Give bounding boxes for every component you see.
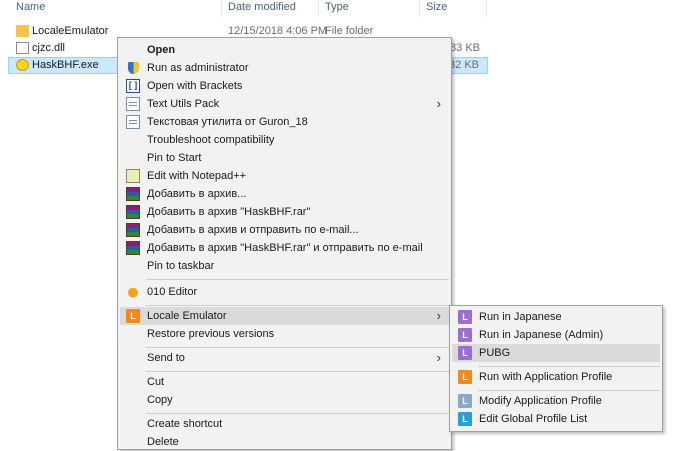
file-name: LocaleEmulator (32, 25, 109, 37)
menu-item-label: Добавить в архив "HaskBHF.rar" и отправи… (147, 242, 423, 254)
menu-item-run-as-admin[interactable]: Run as administrator (120, 59, 449, 77)
file-name: cjzc.dll (32, 42, 66, 54)
submenu-arrow-icon: › (436, 96, 441, 111)
menu-item-label: Open with Brackets (147, 80, 243, 92)
winrar-icon (126, 223, 140, 237)
menu-separator (478, 390, 660, 391)
menu-separator (146, 371, 449, 372)
menu-separator (146, 413, 449, 414)
menu-item-label: Edit Global Profile List (479, 413, 588, 425)
menu-separator (146, 279, 449, 280)
menu-item-pin-to-start[interactable]: Pin to Start (120, 149, 449, 167)
column-divider[interactable] (419, 0, 420, 17)
menu-item-label: Delete (147, 436, 179, 448)
menu-item-text-utility-guron[interactable]: Текстовая утилита от Guron_18 (120, 113, 449, 131)
menu-item-label: Cut (147, 376, 165, 388)
menu-item-label: Troubleshoot compatibility (147, 134, 275, 146)
submenu-item-pubg[interactable]: L PUBG (452, 344, 660, 362)
file-date: 12/15/2018 4:06 PM (228, 25, 328, 37)
submenu-item-run-in-japanese[interactable]: L Run in Japanese (452, 308, 660, 326)
menu-item-label: 010 Editor (147, 286, 198, 298)
menu-item-send-to[interactable]: Send to › (120, 349, 449, 367)
folder-icon (16, 25, 29, 37)
winrar-icon (126, 187, 140, 201)
menu-item-delete[interactable]: Delete (120, 433, 449, 451)
winrar-icon (126, 205, 140, 219)
010-editor-icon (126, 285, 140, 299)
menu-item-text-utils-pack[interactable]: Text Utils Pack › (120, 95, 449, 113)
locale-emulator-submenu: L Run in Japanese L Run in Japanese (Adm… (449, 305, 663, 432)
menu-separator (478, 366, 660, 367)
submenu-item-modify-profile[interactable]: L Modify Application Profile (452, 392, 660, 410)
submenu-arrow-icon: › (436, 308, 441, 323)
menu-item-label: Restore previous versions (147, 328, 275, 340)
menu-item-label: PUBG (479, 347, 511, 359)
submenu-item-run-in-japanese-admin[interactable]: L Run in Japanese (Admin) (452, 326, 660, 344)
menu-item-label: Edit with Notepad++ (147, 170, 247, 182)
submenu-arrow-icon: › (436, 350, 441, 365)
menu-separator (146, 305, 449, 306)
menu-item-010-editor[interactable]: 010 Editor (120, 283, 449, 301)
document-icon (126, 97, 140, 111)
menu-item-label: Create shortcut (147, 418, 223, 430)
menu-item-label: Текстовая утилита от Guron_18 (147, 116, 308, 128)
menu-item-label: Copy (147, 394, 173, 406)
document-icon (126, 115, 140, 129)
locale-emulator-purple-icon: L (458, 346, 472, 360)
file-type: File folder (325, 25, 374, 37)
menu-item-pin-to-taskbar[interactable]: Pin to taskbar (120, 257, 449, 275)
uac-shield-icon (128, 62, 139, 74)
menu-item-label: Добавить в архив и отправить по e-mail..… (147, 224, 359, 236)
column-header-date[interactable]: Date modified (228, 0, 296, 15)
column-header-type[interactable]: Type (325, 0, 349, 15)
menu-item-label: Run as administrator (147, 62, 249, 74)
menu-item-label: Добавить в архив... (147, 188, 247, 200)
column-divider[interactable] (221, 0, 222, 17)
menu-item-label: Modify Application Profile (479, 395, 602, 407)
dll-file-icon (16, 42, 29, 54)
file-name: HaskBHF.exe (32, 59, 99, 71)
menu-item-label: Locale Emulator (147, 310, 227, 322)
locale-emulator-blue-icon: L (458, 412, 472, 426)
locale-emulator-purple-icon: L (458, 328, 472, 342)
menu-item-open[interactable]: Open (120, 41, 449, 59)
submenu-item-edit-global-profile-list[interactable]: L Edit Global Profile List (452, 410, 660, 428)
menu-item-label: Run in Japanese (Admin) (479, 329, 604, 341)
notepad-plus-plus-icon (126, 169, 140, 183)
menu-item-label: Pin to Start (147, 152, 202, 164)
column-header-size[interactable]: Size (426, 0, 447, 15)
column-divider[interactable] (486, 0, 487, 17)
menu-separator (146, 347, 449, 348)
menu-item-label: Pin to taskbar (147, 260, 215, 272)
menu-item-add-to-rar[interactable]: Добавить в архив "HaskBHF.rar" (120, 203, 449, 221)
column-divider[interactable] (318, 0, 319, 17)
menu-item-cut[interactable]: Cut (120, 373, 449, 391)
menu-item-troubleshoot[interactable]: Troubleshoot compatibility (120, 131, 449, 149)
menu-item-add-rar-email[interactable]: Добавить в архив "HaskBHF.rar" и отправи… (120, 239, 449, 257)
menu-item-label: Run with Application Profile (479, 371, 613, 383)
menu-item-label: Run in Japanese (479, 311, 562, 323)
menu-item-label: Text Utils Pack (147, 98, 220, 110)
locale-emulator-icon: L (126, 309, 140, 323)
menu-item-restore-previous-versions[interactable]: Restore previous versions (120, 325, 449, 343)
menu-item-open-with-brackets[interactable]: [ ] Open with Brackets (120, 77, 449, 95)
brackets-icon: [ ] (126, 79, 140, 93)
locale-emulator-gray-icon: L (458, 394, 472, 408)
menu-item-label: Send to (147, 352, 185, 364)
menu-item-label: Open (147, 44, 176, 56)
menu-item-label: Добавить в архив "HaskBHF.rar" (147, 206, 311, 218)
menu-item-edit-notepad-plus-plus[interactable]: Edit with Notepad++ (120, 167, 449, 185)
locale-emulator-purple-icon: L (458, 310, 472, 324)
menu-item-add-to-archive[interactable]: Добавить в архив... (120, 185, 449, 203)
menu-item-copy[interactable]: Copy (120, 391, 449, 409)
locale-emulator-orange-icon: L (458, 370, 472, 384)
menu-item-add-archive-email[interactable]: Добавить в архив и отправить по e-mail..… (120, 221, 449, 239)
smiley-exe-icon (16, 59, 29, 71)
context-menu: Open Run as administrator [ ] Open with … (117, 37, 452, 450)
winrar-icon (126, 241, 140, 255)
column-header-name[interactable]: Name (16, 0, 45, 15)
submenu-item-run-with-profile[interactable]: L Run with Application Profile (452, 368, 660, 386)
menu-item-create-shortcut[interactable]: Create shortcut (120, 415, 449, 433)
menu-item-locale-emulator[interactable]: L Locale Emulator › (120, 307, 449, 325)
